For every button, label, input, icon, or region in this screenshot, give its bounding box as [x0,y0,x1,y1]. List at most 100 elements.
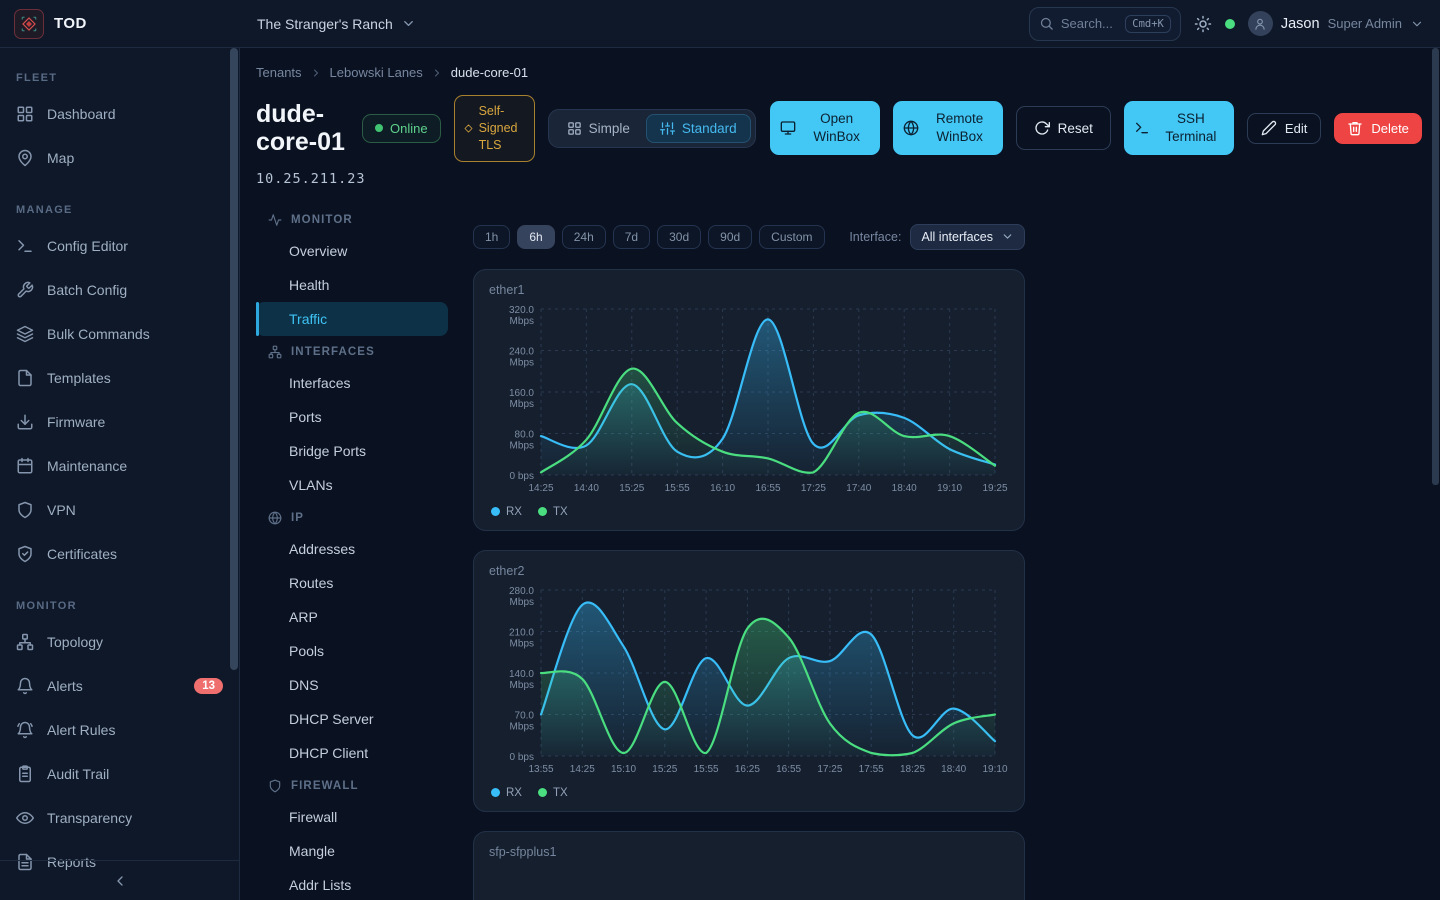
svg-text:0 bps: 0 bps [510,752,534,763]
reset-button[interactable]: Reset [1016,106,1111,150]
svg-text:Mbps: Mbps [510,597,534,608]
sidebar-item-batch-config[interactable]: Batch Config [0,268,239,312]
app-logo[interactable]: TOD [0,9,240,39]
subnav-section-firewall: FIREWALLFirewallMangleAddr Lists [256,770,468,900]
sidebar-item-bulk-commands[interactable]: Bulk Commands [0,312,239,356]
sidebar-section-label: MONITOR [0,600,239,612]
subnav-item-addresses[interactable]: Addresses [256,532,448,566]
subnav-item-firewall[interactable]: Firewall [256,800,448,834]
svg-text:0 bps: 0 bps [510,471,534,482]
legend-rx: RX [491,506,522,518]
time-range-90d[interactable]: 90d [708,225,752,249]
sidebar-item-topology[interactable]: Topology [0,620,239,664]
time-range-custom[interactable]: Custom [759,225,824,249]
alert-count-badge: 13 [194,678,223,694]
time-range-7d[interactable]: 7d [613,225,650,249]
edit-button[interactable]: Edit [1247,113,1321,144]
svg-text:14:25: 14:25 [570,764,595,775]
trash-icon [1347,120,1363,136]
subnav-item-vlans[interactable]: VLANs [256,468,448,502]
sidebar-item-alert-rules[interactable]: Alert Rules [0,708,239,752]
tls-warning-badge: Self-Signed TLS [454,95,535,162]
breadcrumb-separator [431,67,443,79]
subnav-item-dhcp-client[interactable]: DHCP Client [256,736,448,770]
svg-text:17:25: 17:25 [801,483,826,494]
sidebar-section-label: FLEET [0,72,239,84]
search-shortcut-kbd: Cmd+K [1125,15,1171,33]
device-subnav: MONITOROverviewHealthTraffic INTERFACESI… [256,204,468,900]
time-range-6h[interactable]: 6h [517,225,554,249]
interface-select[interactable]: All interfaces [910,224,1025,250]
subnav-item-arp[interactable]: ARP [256,600,448,634]
open-winbox-button[interactable]: Open WinBox [770,101,880,155]
time-range-30d[interactable]: 30d [657,225,701,249]
breadcrumb-item[interactable]: Lebowski Lanes [330,65,423,80]
breadcrumb: Tenants Lebowski Lanes dude-core-01 [256,65,1440,80]
sidebar-item-dashboard[interactable]: Dashboard [0,92,239,136]
sidebar-item-firmware[interactable]: Firmware [0,400,239,444]
tenant-selector[interactable]: The Stranger's Ranch [240,16,416,32]
wrench-icon [16,281,34,299]
user-name: Jason [1281,16,1320,32]
sidebar-item-templates[interactable]: Templates [0,356,239,400]
subnav-item-pools[interactable]: Pools [256,634,448,668]
subnav-item-dhcp-server[interactable]: DHCP Server [256,702,448,736]
svg-text:Mbps: Mbps [510,357,534,368]
chart-card-sfp-sfpplus1: sfp-sfpplus1 [473,831,1025,900]
subnav-item-traffic[interactable]: Traffic [256,302,448,336]
svg-text:19:10: 19:10 [937,483,962,494]
subnav-item-dns[interactable]: DNS [256,668,448,702]
activity-icon [268,213,282,227]
sidebar-item-transparency[interactable]: Transparency [0,796,239,840]
subnav-item-bridge-ports[interactable]: Bridge Ports [256,434,448,468]
subnav-section-label: IP [256,502,468,532]
eye-icon [16,809,34,827]
layers-icon [16,325,34,343]
clipboard-icon [16,765,34,783]
search-input[interactable]: Search... Cmd+K [1029,7,1181,41]
subnav-item-interfaces[interactable]: Interfaces [256,366,448,400]
svg-text:Mbps: Mbps [510,638,534,649]
view-mode-simple[interactable]: Simple [553,114,644,143]
sidebar-item-map[interactable]: Map [0,136,239,180]
breadcrumb-item[interactable]: dude-core-01 [451,65,528,80]
sidebar-scrollbar-thumb[interactable] [230,48,238,670]
svg-text:210.0: 210.0 [509,627,534,638]
ssh-terminal-button[interactable]: SSH Terminal [1124,101,1234,155]
subnav-section-interfaces: INTERFACESInterfacesPortsBridge PortsVLA… [256,336,468,502]
subnav-item-health[interactable]: Health [256,268,448,302]
theme-toggle-button[interactable] [1194,15,1212,33]
chart-interface-title: ether1 [489,283,1009,297]
sidebar-item-maintenance[interactable]: Maintenance [0,444,239,488]
time-range-24h[interactable]: 24h [562,225,606,249]
subnav-item-routes[interactable]: Routes [256,566,448,600]
terminal-icon [16,237,34,255]
sidebar-item-vpn[interactable]: VPN [0,488,239,532]
delete-button[interactable]: Delete [1334,113,1422,144]
calendar-icon [16,457,34,475]
subnav-item-addr-lists[interactable]: Addr Lists [256,868,448,900]
sidebar-item-config-editor[interactable]: Config Editor [0,224,239,268]
breadcrumb-separator [310,67,322,79]
sidebar-collapse-button[interactable] [0,860,239,900]
sidebar-item-certificates[interactable]: Certificates [0,532,239,576]
sidebar-item-audit-trail[interactable]: Audit Trail [0,752,239,796]
subnav-section-monitor: MONITOROverviewHealthTraffic [256,204,468,336]
window-scrollbar-thumb[interactable] [1432,48,1439,485]
user-menu[interactable]: Jason Super Admin [1248,11,1424,36]
subnav-item-mangle[interactable]: Mangle [256,834,448,868]
breadcrumb-item[interactable]: Tenants [256,65,302,80]
svg-text:19:25: 19:25 [982,483,1007,494]
remote-winbox-button[interactable]: Remote WinBox [893,101,1003,155]
subnav-item-overview[interactable]: Overview [256,234,448,268]
svg-text:70.0: 70.0 [515,710,535,721]
terminal-icon [1134,120,1150,136]
sidebar-item-alerts[interactable]: Alerts 13 [0,664,239,708]
subnav-section-label: INTERFACES [256,336,468,366]
subnav-item-ports[interactable]: Ports [256,400,448,434]
sidebar-section-manage: MANAGE Config Editor Batch Config Bulk C… [0,204,239,576]
time-range-1h[interactable]: 1h [473,225,510,249]
view-mode-standard[interactable]: Standard [646,114,751,143]
sun-icon [1194,15,1212,33]
chart-cards: ether1 0 bps80.0Mbps160.0Mbps240.0Mbps32… [473,269,1025,900]
